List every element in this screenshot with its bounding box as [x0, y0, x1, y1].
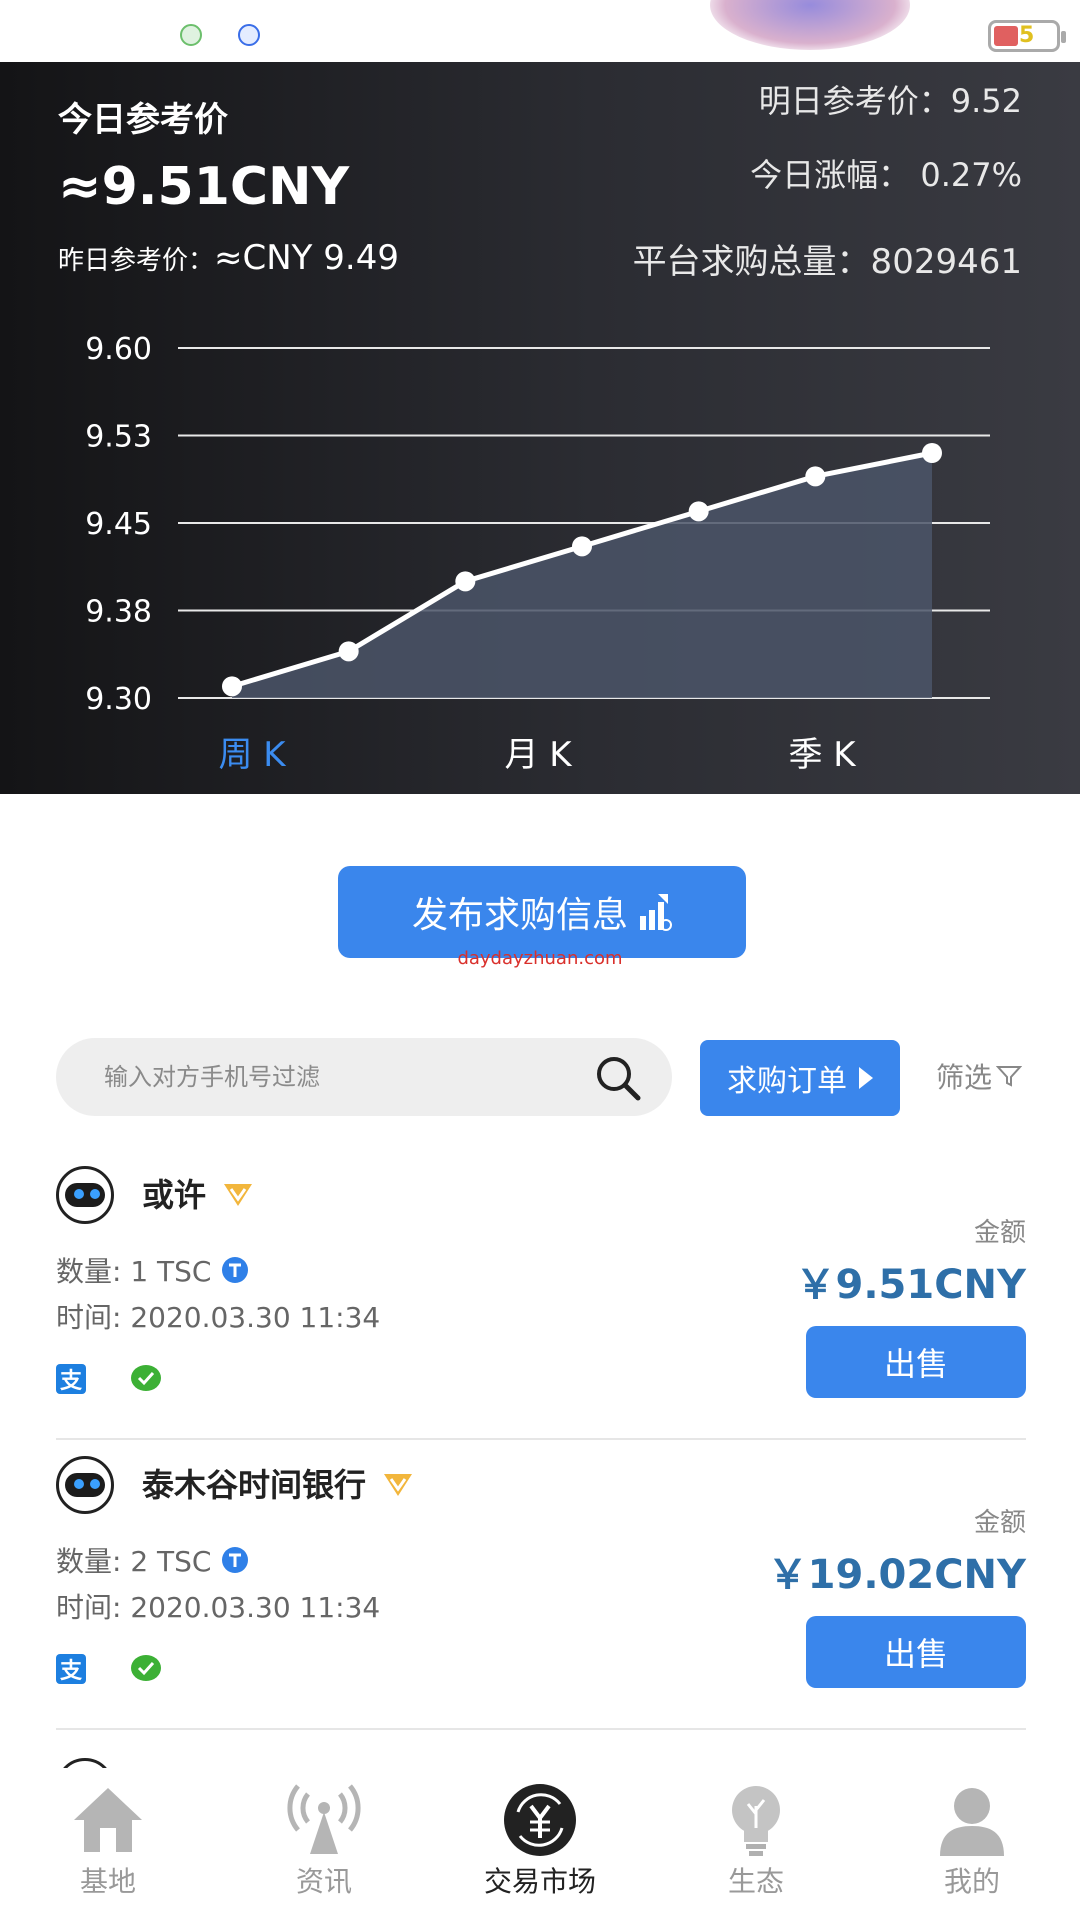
tab-week-k[interactable]: 周 K	[218, 727, 285, 776]
list-item: 或许 数量: 1 TSC 时间: 2020.03.30 11:34 支 金额 ￥…	[56, 1150, 1026, 1440]
alipay-icon: 支	[56, 1654, 86, 1684]
nav-item-base[interactable]: 基地	[33, 1782, 183, 1900]
user-name-text: 泰木谷时间银行	[142, 1466, 367, 1504]
list-item: 泰木谷时间银行 数量: 2 TSC 时间: 2020.03.30 11:34 支…	[56, 1440, 1026, 1730]
nav-label: 我的	[943, 1865, 1000, 1898]
total-demand: 平台求购总量：8029461	[632, 242, 1022, 282]
data-point	[572, 536, 592, 557]
vip-badge-icon	[384, 1474, 413, 1496]
tsc-coin-icon	[222, 1547, 249, 1573]
price-chart: 9.60 9.53 9.45 9.38 9.30	[85, 332, 990, 717]
nav-item-market[interactable]: 交易市场	[465, 1782, 615, 1900]
purchase-orders-button[interactable]: 求购订单	[700, 1040, 900, 1116]
nav-item-profile[interactable]: 我的	[897, 1782, 1047, 1900]
yuan-exchange-icon	[504, 1784, 576, 1856]
battery-level: 5	[1019, 23, 1035, 48]
quantity: 数量: 1 TSC	[56, 1250, 249, 1290]
y-tick-label: 9.30	[85, 682, 152, 717]
y-tick-label: 9.38	[85, 595, 152, 630]
yesterday-price: 昨日参考价：≈CNY 9.49	[58, 238, 399, 278]
area-fill	[232, 453, 932, 698]
quantity-text: 数量: 2 TSC	[56, 1545, 212, 1578]
nav-label: 资讯	[295, 1865, 352, 1898]
watermark-text: daydayzhuan.com	[457, 948, 623, 969]
data-point	[455, 571, 476, 592]
publish-request-label: 发布求购信息	[411, 895, 628, 936]
tsc-coin-icon	[222, 1257, 249, 1283]
lightbulb-icon	[732, 1786, 780, 1856]
user-name-text: 或许	[142, 1176, 207, 1214]
search-icon[interactable]	[594, 1054, 642, 1102]
amount-label: 金额	[973, 1508, 1026, 1538]
tab-month-k[interactable]: 月 K	[504, 727, 571, 776]
amount-value: ￥9.51CNY	[795, 1262, 1027, 1308]
today-change: 今日涨幅： 0.27%	[750, 156, 1022, 194]
nav-label: 交易市场	[483, 1865, 596, 1898]
payment-methods: 支	[56, 1654, 162, 1684]
status-bar: 5	[0, 0, 1080, 62]
wechat-pay-icon	[131, 1365, 161, 1391]
filter-icon	[996, 1066, 1023, 1087]
play-arrow-icon	[859, 1067, 873, 1089]
y-tick-label: 9.60	[85, 332, 152, 367]
filter-label: 筛选	[936, 1061, 993, 1094]
nav-label: 基地	[79, 1865, 136, 1898]
avatar	[56, 1456, 114, 1514]
nav-label: 生态	[727, 1865, 784, 1898]
publish-request-button[interactable]: 发布求购信息	[338, 866, 746, 958]
chart-up-icon	[640, 894, 672, 931]
phone-filter-search	[56, 1038, 672, 1116]
user-icon	[940, 1788, 1004, 1856]
today-price-label: 今日参考价	[58, 100, 228, 140]
today-price: ≈9.51CNY	[58, 157, 350, 217]
purchase-orders-label: 求购订单	[727, 1064, 847, 1099]
y-tick-label: 9.53	[85, 420, 152, 455]
nav-item-ecology[interactable]: 生态	[681, 1782, 831, 1900]
bottom-nav: 基地 资讯 交易市场 生态 我的	[0, 1768, 1080, 1920]
data-point	[805, 466, 826, 487]
vip-badge-icon	[224, 1184, 253, 1206]
data-point	[922, 443, 942, 463]
antenna-icon	[287, 1784, 361, 1854]
market-summary: 今日参考价 ≈9.51CNY 昨日参考价：≈CNY 9.49 明日参考价：9.5…	[0, 62, 1080, 794]
search-input[interactable]	[104, 1038, 584, 1116]
nav-item-news[interactable]: 资讯	[249, 1782, 399, 1900]
house-icon	[74, 1788, 142, 1852]
yesterday-price-label: 昨日参考价：	[58, 246, 215, 276]
payment-methods: 支	[56, 1364, 162, 1394]
quantity-text: 数量: 1 TSC	[56, 1255, 212, 1288]
data-point	[222, 676, 242, 697]
tomorrow-price: 明日参考价：9.52	[758, 82, 1022, 120]
amount-label: 金额	[973, 1218, 1026, 1248]
yesterday-price-value: ≈CNY 9.49	[214, 238, 399, 278]
status-bar-overlay	[710, 0, 910, 50]
battery-icon: 5	[988, 20, 1066, 52]
user-name: 泰木谷时间银行	[142, 1460, 416, 1506]
data-point	[688, 501, 709, 522]
app-notification-icon	[180, 24, 202, 46]
quantity: 数量: 2 TSC	[56, 1540, 249, 1580]
filter-button[interactable]: 筛选	[936, 1056, 1023, 1096]
user-name: 或许	[142, 1170, 256, 1216]
avatar	[56, 1166, 114, 1224]
app-notification-icon-2	[238, 24, 260, 46]
sell-button[interactable]: 出售	[806, 1616, 1026, 1688]
wechat-pay-icon	[131, 1655, 161, 1681]
order-time: 时间: 2020.03.30 11:34	[56, 1301, 381, 1334]
data-point	[338, 641, 359, 662]
sell-button[interactable]: 出售	[806, 1326, 1026, 1398]
k-period-tabs: 周 K 月 K 季 K	[0, 727, 1080, 787]
order-time: 时间: 2020.03.30 11:34	[56, 1591, 381, 1624]
y-tick-label: 9.45	[85, 507, 152, 542]
amount-value: ￥19.02CNY	[767, 1552, 1026, 1598]
tab-quarter-k[interactable]: 季 K	[788, 727, 855, 776]
alipay-icon: 支	[56, 1364, 86, 1394]
